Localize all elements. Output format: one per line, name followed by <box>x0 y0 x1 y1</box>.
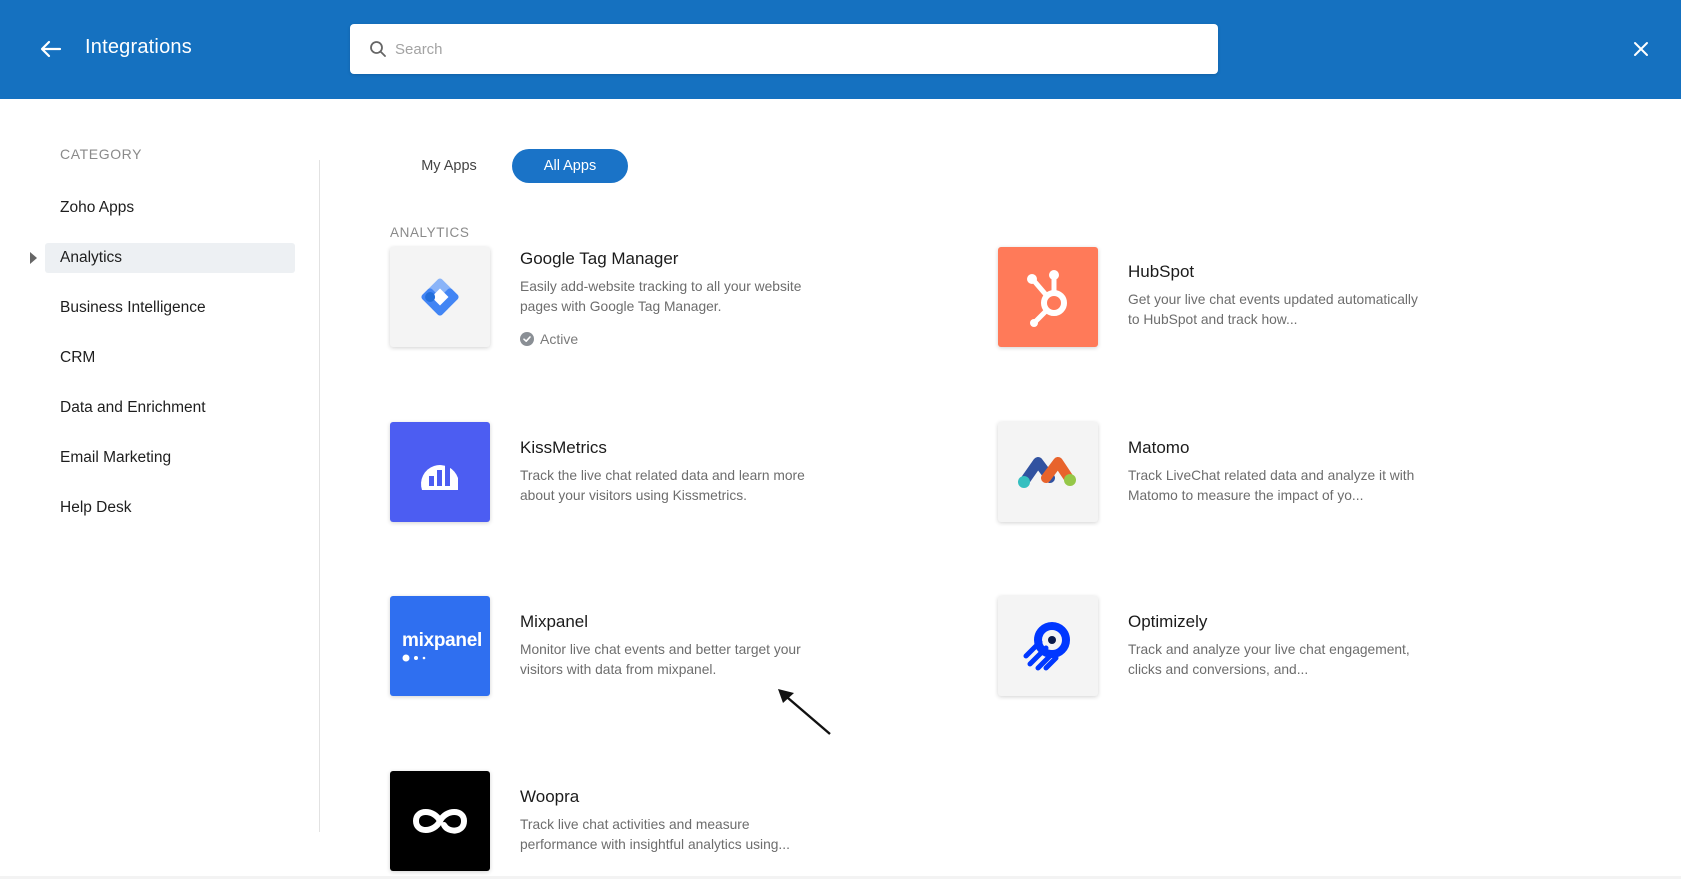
app-card-kissmetrics[interactable]: KissMetrics Track the live chat related … <box>390 422 910 532</box>
sidebar-divider <box>319 160 320 832</box>
sidebar-item-data-and-enrichment[interactable]: Data and Enrichment <box>45 393 295 423</box>
search-icon <box>370 41 386 57</box>
status-label: Active <box>540 331 579 347</box>
mixpanel-logo: mixpanel <box>390 596 490 696</box>
app-card-optimizely[interactable]: Optimizely Track and analyze your live c… <box>998 596 1518 706</box>
app-name: HubSpot <box>1128 262 1195 281</box>
mouse-pointer-icon <box>778 689 831 735</box>
google-tag-manager-logo <box>390 247 490 347</box>
app-description: Track the live chat related data and lea… <box>520 468 805 503</box>
app-name: Optimizely <box>1128 612 1208 631</box>
section-heading: ANALYTICS <box>390 225 470 240</box>
app-name: Woopra <box>520 787 580 806</box>
app-description: Get your live chat events updated automa… <box>1128 292 1418 327</box>
app-card-matomo[interactable]: Matomo Track LiveChat related data and a… <box>998 422 1518 532</box>
sidebar-item-help-desk[interactable]: Help Desk <box>45 493 295 523</box>
sidebar-item-zoho-apps[interactable]: Zoho Apps <box>45 193 295 223</box>
app-description: Monitor live chat events and better targ… <box>520 642 801 677</box>
caret-right-icon <box>30 252 37 264</box>
kissmetrics-logo <box>390 422 490 522</box>
arrow-left-icon[interactable] <box>38 36 64 62</box>
sidebar-item-email-marketing[interactable]: Email Marketing <box>45 443 295 473</box>
top-header: Integrations <box>0 0 1681 99</box>
status-badge: Active <box>520 331 578 347</box>
optimizely-logo <box>998 596 1098 696</box>
app-name: KissMetrics <box>520 438 607 457</box>
search-box[interactable] <box>350 24 1218 74</box>
tab-my-apps[interactable]: My Apps <box>400 149 498 183</box>
app-card-woopra[interactable]: Woopra Track live chat activities and me… <box>390 771 910 879</box>
hubspot-logo <box>998 247 1098 347</box>
app-description: Track LiveChat related data and analyze … <box>1128 468 1415 503</box>
tab-all-apps[interactable]: All Apps <box>512 149 628 183</box>
sidebar-item-crm[interactable]: CRM <box>45 343 295 373</box>
sidebar-item-business-intelligence[interactable]: Business Intelligence <box>45 293 295 323</box>
matomo-logo <box>998 422 1098 522</box>
woopra-logo <box>390 771 490 871</box>
page-title: Integrations <box>85 36 192 58</box>
app-card-hubspot[interactable]: HubSpot Get your live chat events update… <box>998 247 1518 357</box>
search-input[interactable] <box>395 24 1195 74</box>
sidebar-item-analytics[interactable]: Analytics <box>45 243 295 273</box>
app-description: Track live chat activities and measure p… <box>520 817 790 852</box>
app-description: Track and analyze your live chat engagem… <box>1128 642 1410 677</box>
check-circle-icon <box>520 332 534 346</box>
app-name: Matomo <box>1128 438 1190 457</box>
app-name: Mixpanel <box>520 612 589 631</box>
close-icon[interactable] <box>1630 38 1652 60</box>
category-heading: CATEGORY <box>60 146 143 162</box>
app-card-google-tag-manager[interactable]: Google Tag Manager Easily add-website tr… <box>390 247 910 357</box>
app-name: Google Tag Manager <box>520 249 679 268</box>
app-description: Easily add-website tracking to all your … <box>520 279 802 314</box>
